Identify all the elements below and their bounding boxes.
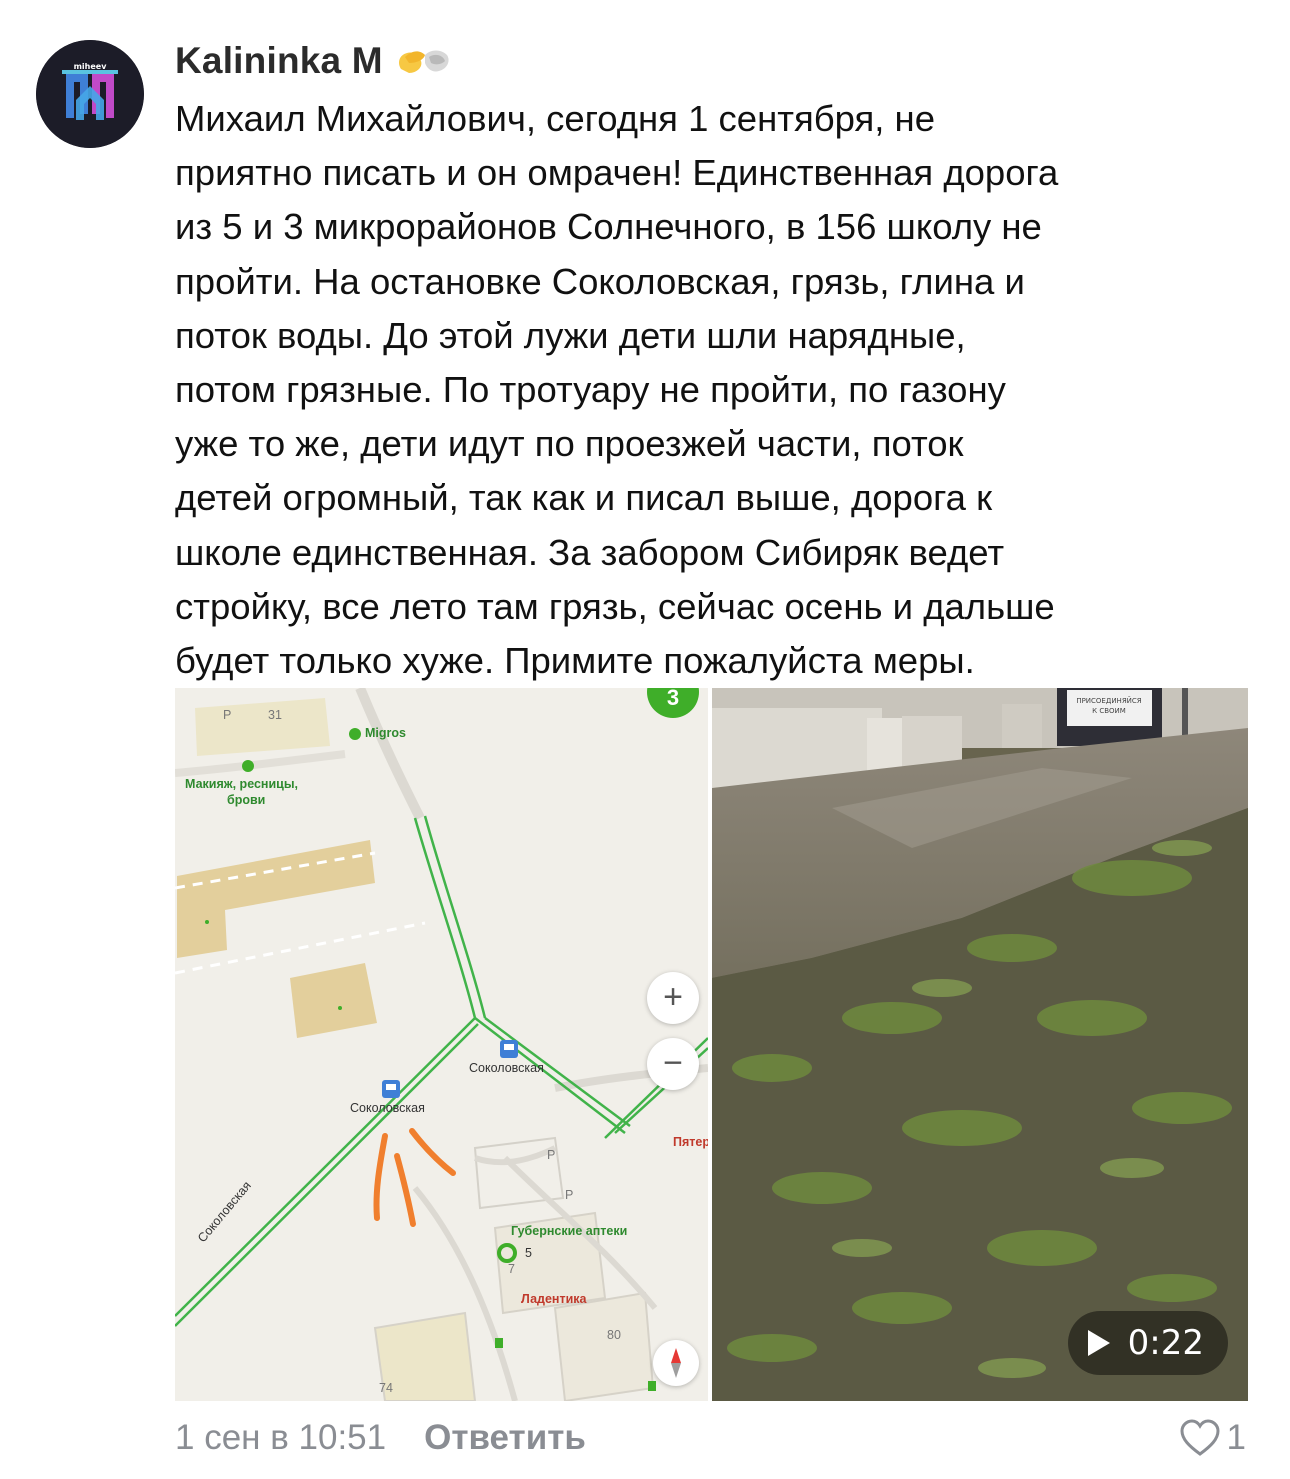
bus-stop-icon (500, 1040, 518, 1058)
comment-text: Михаил Михайлович, сегодня 1 сентября, н… (175, 98, 1059, 682)
map-label: Пятер (673, 1135, 708, 1149)
video-thumbnail: ПРИСОЕДИНЯЙСЯ К СВОИМ (712, 688, 1248, 1401)
map-label: 31 (268, 708, 282, 722)
concrete-barrier (902, 716, 962, 768)
map-label: Губернские аптеки (511, 1224, 628, 1238)
map-label: Соколовская (469, 1061, 544, 1075)
heart-hands-emoji-icon (398, 50, 449, 73)
compass-icon (671, 1348, 681, 1378)
migros-pin-icon (349, 728, 361, 740)
video-duration-pill[interactable]: 0:22 (1067, 1311, 1228, 1375)
map-building (195, 698, 330, 756)
like-button[interactable]: 1 (1179, 1412, 1246, 1464)
compass-button[interactable] (653, 1340, 699, 1386)
map-parking-label: P (565, 1188, 574, 1202)
billboard-text-line1: ПРИСОЕДИНЯЙСЯ (1076, 696, 1141, 705)
like-count: 1 (1226, 1418, 1246, 1457)
video-attachment[interactable]: ПРИСОЕДИНЯЙСЯ К СВОИМ 0:22 (712, 688, 1248, 1401)
map-building (553, 1291, 655, 1401)
billboard-text-line2: К СВОИМ (1092, 707, 1126, 715)
heart-icon (1180, 1419, 1220, 1456)
distant-pole (1182, 688, 1188, 738)
avatar-text: miheev (74, 62, 108, 71)
map-label: Макияж, ресницы, (185, 777, 299, 791)
map-label: 80 (607, 1328, 621, 1342)
map-label: 5 (525, 1246, 532, 1260)
video-duration: 0:22 (1127, 1323, 1204, 1363)
map-label: Migros (365, 726, 406, 740)
map-parking-label: P (547, 1148, 556, 1162)
map-dot (205, 920, 209, 924)
shop-icon (495, 1338, 503, 1348)
play-icon (1087, 1330, 1110, 1356)
bus-stop-icon (382, 1080, 400, 1098)
map-label: 74 (379, 1381, 393, 1395)
author-name[interactable]: Kalininka M (175, 40, 383, 82)
beauty-pin-icon (242, 760, 254, 772)
map-label: Соколовская (350, 1101, 425, 1115)
map-label: брови (227, 793, 266, 807)
comment-timestamp[interactable]: 1 сен в 10:51 (175, 1418, 386, 1458)
zoom-out-button[interactable]: − (647, 1038, 699, 1090)
map-attachment[interactable]: 3 31 Migros Макияж, ресницы, брови Сокол… (175, 688, 708, 1401)
comment-header: Kalininka M (175, 36, 457, 86)
comment-meta: 1 сен в 10:51 Ответить (175, 1412, 586, 1464)
reply-button[interactable]: Ответить (424, 1418, 586, 1458)
map-label: 7 (508, 1262, 515, 1276)
map-parking-label: P (223, 708, 232, 722)
map-label: Ладентика (521, 1292, 587, 1306)
zoom-in-button[interactable]: + (647, 972, 699, 1024)
avatar[interactable]: miheev (36, 40, 144, 148)
map-dot (338, 1006, 342, 1010)
concrete-barrier (1002, 704, 1042, 748)
